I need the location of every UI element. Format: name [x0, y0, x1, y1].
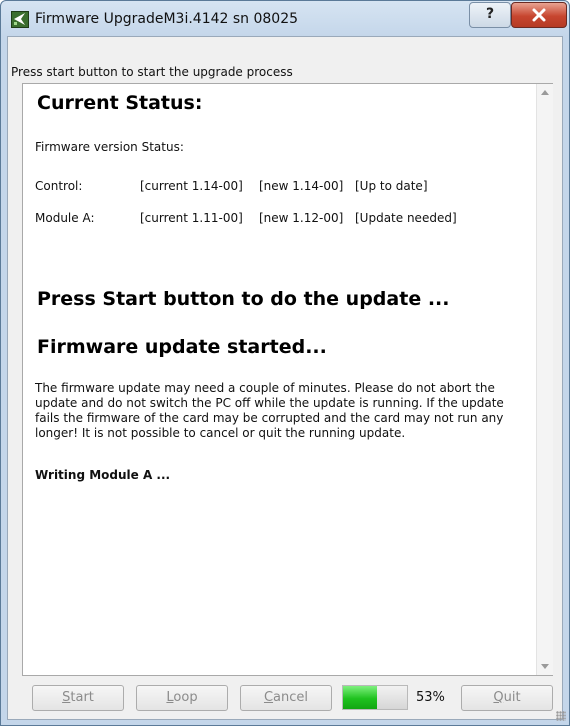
module-a-current-version: [current 1.11-00]: [140, 211, 243, 225]
help-button[interactable]: ?: [469, 2, 511, 28]
upgrade-progress-bar: [342, 685, 408, 710]
title-bar[interactable]: Firmware UpgradeM3i.4142 sn 08025 ?: [1, 1, 569, 37]
quit-label: uit: [503, 690, 521, 705]
press-start-heading: Press Start button to do the update ...: [37, 288, 450, 310]
log-scrollbar[interactable]: [536, 84, 553, 675]
firmware-version-status-label: Firmware version Status:: [35, 140, 184, 154]
cancel-mnemonic: C: [263, 690, 274, 705]
loop-button[interactable]: Loop: [136, 685, 228, 711]
control-label: Control:: [35, 179, 83, 193]
resize-grip-icon[interactable]: [556, 711, 566, 721]
warning-paragraph: The firmware update may need a couple of…: [35, 381, 504, 440]
current-status-heading: Current Status:: [37, 92, 203, 114]
cancel-label: ancel: [273, 690, 309, 705]
start-button[interactable]: Start: [32, 685, 124, 711]
instruction-label: Press start button to start the upgrade …: [11, 65, 293, 79]
start-label: tart: [70, 690, 94, 705]
progress-fill: [343, 686, 377, 709]
window-title: Firmware UpgradeM3i.4142 sn 08025: [35, 11, 299, 27]
cancel-button[interactable]: Cancel: [240, 685, 332, 711]
control-status: [Up to date]: [355, 179, 428, 193]
progress-percent: 53%: [416, 690, 445, 705]
help-icon: ?: [485, 6, 495, 22]
close-icon: [532, 8, 546, 22]
quit-mnemonic: Q: [493, 690, 504, 705]
scroll-up-icon[interactable]: [541, 90, 549, 95]
app-icon: [11, 11, 29, 28]
close-button[interactable]: [511, 2, 567, 28]
module-a-label: Module A:: [35, 211, 95, 225]
module-a-status: [Update needed]: [355, 211, 457, 225]
status-log-panel[interactable]: Current Status: Firmware version Status:…: [22, 83, 553, 676]
module-a-new-version: [new 1.12-00]: [259, 211, 344, 225]
update-started-heading: Firmware update started...: [37, 336, 327, 358]
loop-label: oop: [173, 690, 198, 705]
control-current-version: [current 1.14-00]: [140, 179, 243, 193]
writing-status: Writing Module A ...: [35, 468, 171, 482]
scroll-down-icon[interactable]: [541, 664, 549, 669]
quit-button[interactable]: Quit: [461, 685, 553, 711]
control-new-version: [new 1.14-00]: [259, 179, 344, 193]
